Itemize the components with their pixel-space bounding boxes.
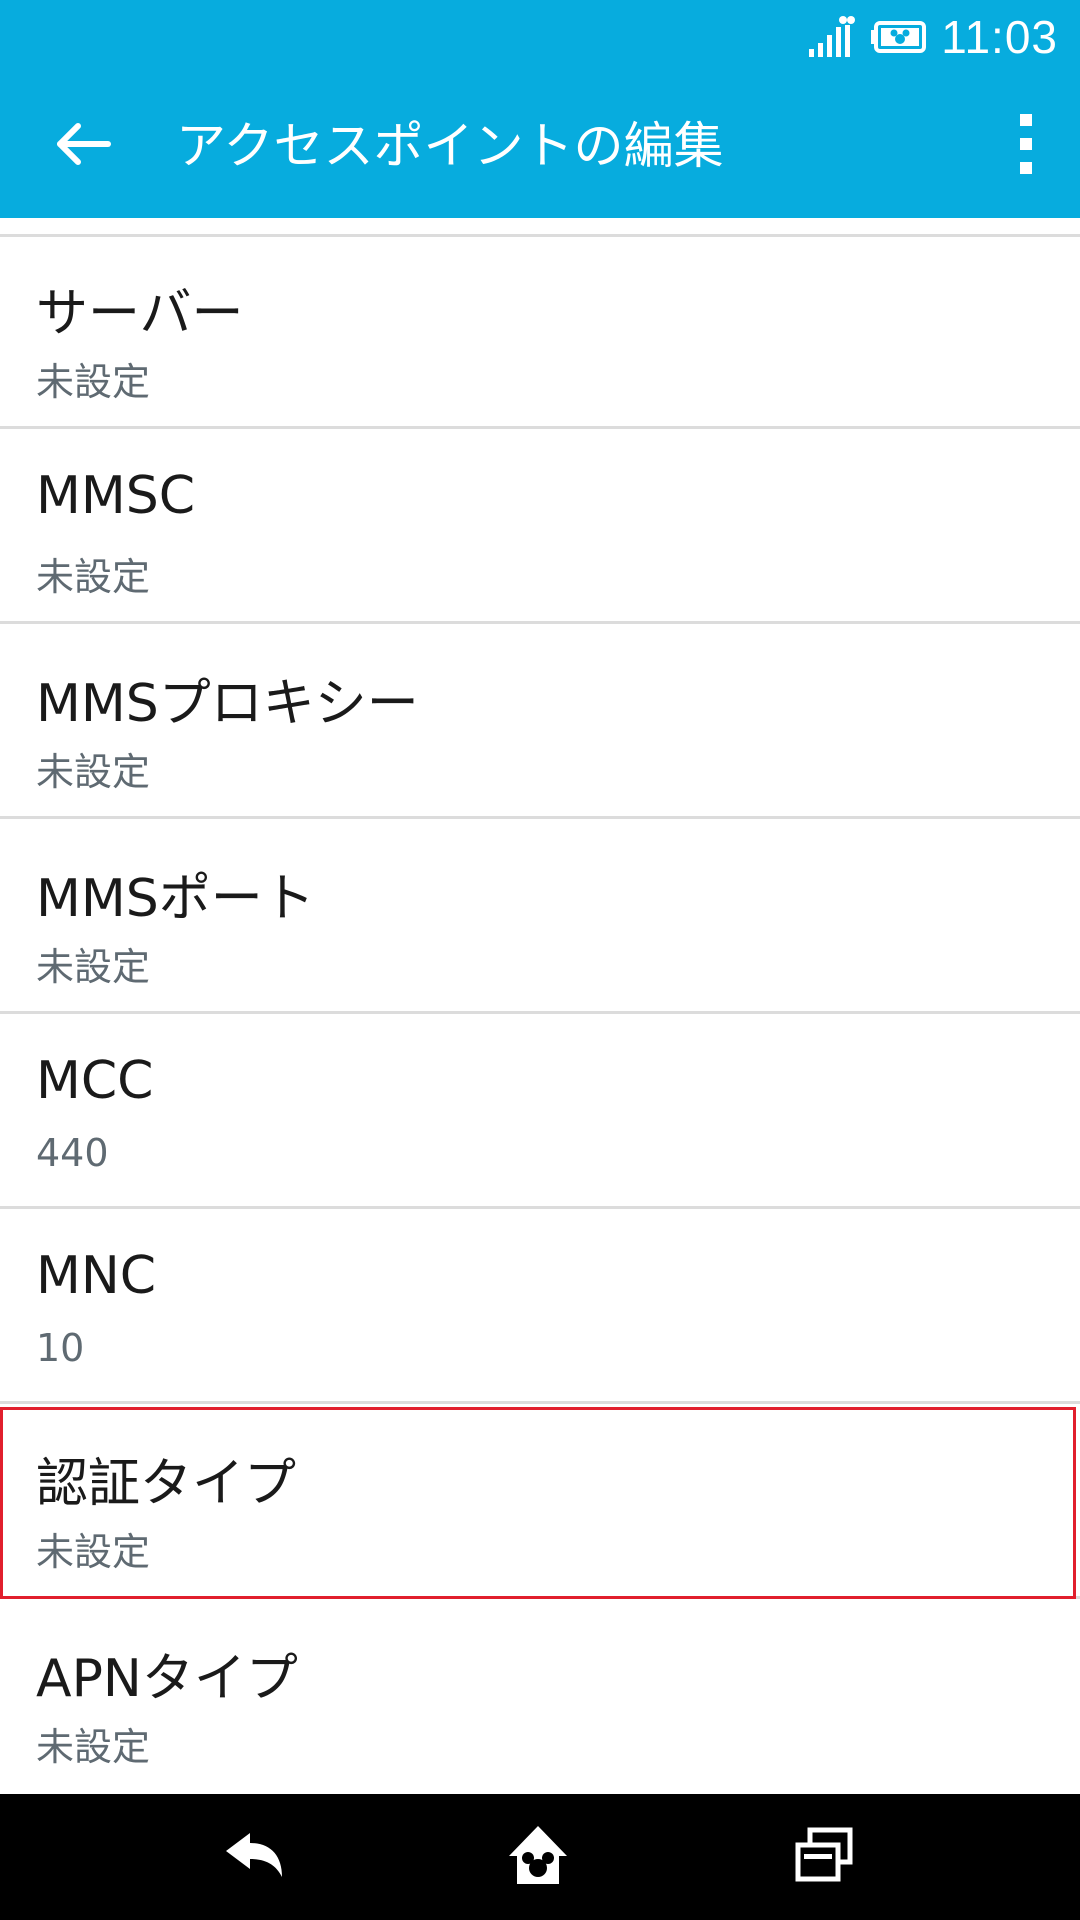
setting-auth-type[interactable]: 認証タイプ 未設定 <box>0 1407 1080 1599</box>
signal-icon <box>807 15 856 59</box>
setting-title: MMSポート <box>36 869 315 929</box>
status-icons: 11:03 <box>807 0 1058 74</box>
setting-summary: 未設定 <box>36 1530 151 1574</box>
setting-title: 認証タイプ <box>36 1454 297 1514</box>
setting-mms-port[interactable]: MMSポート 未設定 <box>0 822 1080 1014</box>
nav-home-icon <box>505 1822 571 1892</box>
setting-mms-proxy[interactable]: MMSプロキシー 未設定 <box>0 627 1080 819</box>
setting-summary: 未設定 <box>36 945 151 989</box>
setting-summary: 未設定 <box>36 750 151 794</box>
setting-mcc[interactable]: MCC 440 <box>0 1017 1080 1209</box>
setting-summary: 未設定 <box>36 1725 151 1769</box>
setting-title: MMSプロキシー <box>36 674 419 734</box>
overflow-menu-button[interactable] <box>994 106 1058 186</box>
status-bar: 11:03 <box>0 0 1080 74</box>
page-title: アクセスポイントの編集 <box>176 117 724 175</box>
nav-home-button[interactable] <box>478 1817 598 1897</box>
setting-title: MMSC <box>36 466 196 526</box>
status-clock: 11:03 <box>941 11 1058 63</box>
nav-back-icon <box>222 1829 286 1885</box>
setting-mmsc[interactable]: MMSC 未設定 <box>0 432 1080 624</box>
navigation-bar <box>0 1794 1080 1920</box>
more-vert-icon <box>1018 112 1034 180</box>
setting-summary: 10 <box>36 1326 85 1370</box>
setting-title: APNタイプ <box>36 1649 298 1709</box>
back-button[interactable] <box>40 106 128 186</box>
setting-summary: 未設定 <box>36 555 151 599</box>
nav-back-button[interactable] <box>194 1817 314 1897</box>
app-bar: アクセスポイントの編集 <box>0 74 1080 218</box>
setting-summary: 440 <box>36 1131 109 1175</box>
setting-mnc[interactable]: MNC 10 <box>0 1212 1080 1404</box>
setting-summary: 未設定 <box>36 360 151 404</box>
nav-recents-icon <box>794 1827 854 1887</box>
arrow-back-icon <box>56 122 112 170</box>
setting-title: サーバー <box>36 284 244 344</box>
setting-apn-type[interactable]: APNタイプ 未設定 <box>0 1602 1080 1794</box>
nav-recents-button[interactable] <box>764 1817 884 1897</box>
setting-server[interactable]: サーバー 未設定 <box>0 237 1080 429</box>
apn-settings-list: サーバー 未設定 MMSC 未設定 MMSプロキシー 未設定 MMSポート 未設… <box>0 218 1080 1794</box>
setting-title: MNC <box>36 1246 157 1306</box>
setting-title: MCC <box>36 1051 154 1111</box>
battery-icon <box>869 20 927 54</box>
